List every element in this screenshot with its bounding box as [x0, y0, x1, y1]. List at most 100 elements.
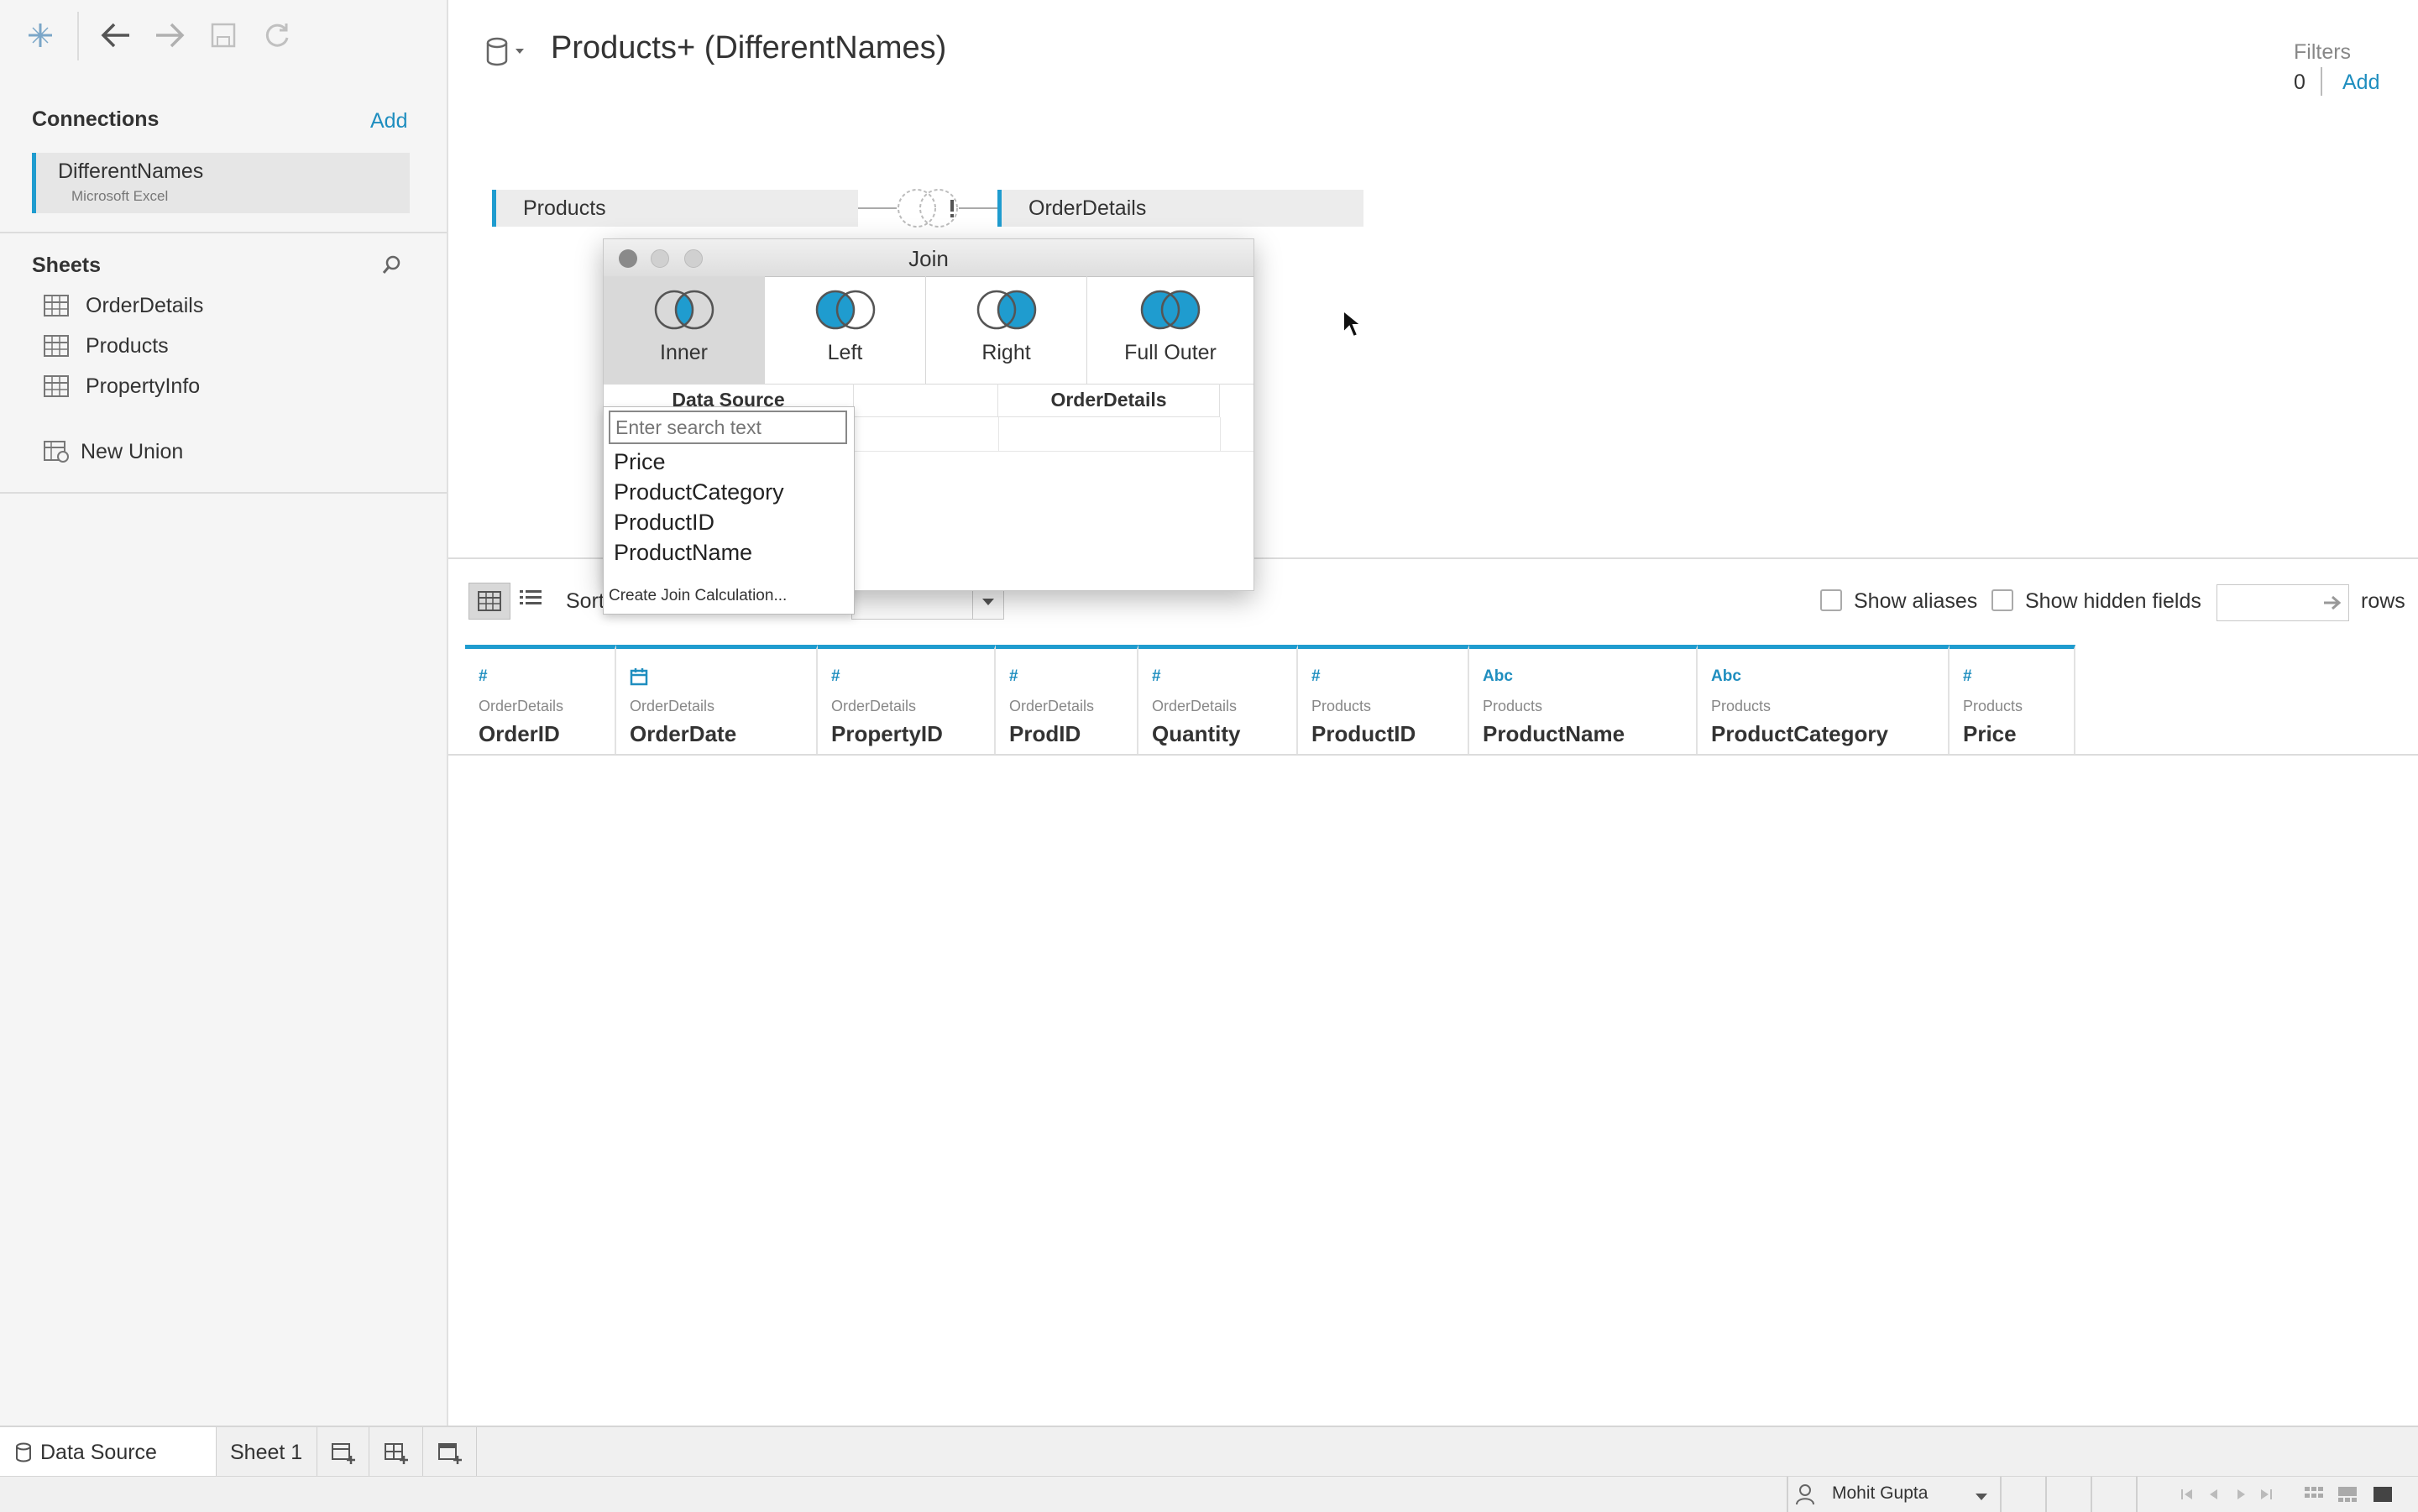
status-bar: Mohit Gupta	[0, 1476, 2418, 1512]
show-hidden-label: Show hidden fields	[2025, 589, 2201, 613]
data-grid-header: # OrderDetails OrderID OrderDetails Orde…	[448, 641, 2418, 756]
inner-join-icon	[654, 290, 714, 330]
mouse-cursor	[1342, 308, 1363, 343]
connection-item[interactable]: DifferentNames Microsoft Excel	[32, 153, 410, 213]
connection-name: DifferentNames	[58, 160, 204, 183]
new-union-icon	[44, 441, 69, 463]
column-header[interactable]: Abc Products ProductName	[1469, 645, 1698, 754]
number-type-icon[interactable]: #	[831, 667, 840, 686]
field-option[interactable]: Price	[614, 449, 666, 475]
table-icon	[44, 375, 69, 397]
tab-data-source[interactable]: Data Source	[0, 1427, 217, 1478]
tab-sheet-1-label: Sheet 1	[230, 1440, 303, 1464]
sheets-title: Sheets	[32, 254, 101, 277]
number-type-icon[interactable]: #	[1152, 667, 1161, 686]
rows-label: rows	[2361, 589, 2405, 613]
grid-icon	[478, 591, 501, 611]
list-view-icon[interactable]	[519, 588, 542, 614]
field-picker-dropdown: Price ProductCategory ProductID ProductN…	[603, 406, 855, 615]
datasource-cylinder-icon[interactable]	[485, 35, 527, 73]
left-sidebar: Connections Add DifferentNames Microsoft…	[0, 0, 448, 1426]
chevron-down-icon[interactable]	[1975, 1490, 1988, 1505]
arrow-right-icon[interactable]	[2321, 592, 2343, 618]
join-dialog-title: Join	[908, 246, 949, 271]
number-type-icon[interactable]: #	[1311, 667, 1321, 686]
new-worksheet-icon[interactable]	[317, 1427, 369, 1478]
column-header[interactable]: # Products Price	[1950, 645, 2075, 754]
forward-arrow-icon[interactable]	[151, 17, 188, 54]
string-type-icon[interactable]: Abc	[1483, 667, 1513, 686]
show-aliases-checkbox[interactable]	[1820, 589, 1842, 611]
column-header[interactable]: # Products ProductID	[1298, 645, 1469, 754]
user-icon	[1795, 1483, 1815, 1509]
field-option[interactable]: ProductID	[614, 510, 714, 536]
join-type-inner[interactable]: Inner	[604, 276, 765, 384]
tab-view-icon[interactable]	[2373, 1485, 2393, 1508]
refresh-icon[interactable]	[259, 17, 296, 54]
column-header[interactable]: # OrderDetails ProdID	[996, 645, 1138, 754]
filmstrip-view-icon[interactable]	[2337, 1485, 2358, 1508]
create-join-calculation-link[interactable]: Create Join Calculation...	[609, 587, 787, 605]
field-search-input[interactable]	[609, 411, 847, 444]
field-option[interactable]: ProductName	[614, 540, 752, 566]
sheet-label: Products	[86, 333, 169, 358]
datasource-title[interactable]: Products+ (DifferentNames)	[551, 30, 946, 66]
column-header[interactable]: # OrderDetails PropertyID	[818, 645, 996, 754]
add-filter-link[interactable]: Add	[2342, 71, 2379, 95]
datasource-cylinder-icon	[16, 1442, 31, 1462]
prev-sheet-icon[interactable]	[2206, 1487, 2222, 1506]
number-type-icon[interactable]: #	[479, 667, 488, 686]
user-name[interactable]: Mohit Gupta	[1832, 1483, 1928, 1504]
sheet-item-propertyinfo[interactable]: PropertyInfo	[44, 369, 200, 403]
column-header[interactable]: # OrderDetails OrderID	[465, 645, 616, 754]
new-story-icon[interactable]	[423, 1427, 477, 1478]
date-type-icon[interactable]	[630, 667, 648, 691]
new-union-label: New Union	[81, 439, 184, 463]
sheet-item-products[interactable]: Products	[44, 329, 169, 363]
back-arrow-icon[interactable]	[97, 17, 134, 54]
column-header[interactable]: OrderDetails OrderDate	[616, 645, 818, 754]
number-type-icon[interactable]: #	[1963, 667, 1972, 686]
join-type-left[interactable]: Left	[765, 276, 926, 384]
connection-type: Microsoft Excel	[71, 188, 169, 204]
join-clause-row[interactable]	[854, 417, 1253, 452]
column-header[interactable]: Abc Products ProductCategory	[1698, 645, 1950, 754]
search-sheets-icon[interactable]	[381, 254, 403, 280]
right-table-label: OrderDetails	[1028, 196, 1147, 220]
right-table-pill[interactable]: OrderDetails	[997, 190, 1363, 227]
save-icon[interactable]	[205, 17, 242, 54]
table-icon	[44, 295, 69, 317]
sort-label: Sort	[566, 589, 604, 613]
new-dashboard-icon[interactable]	[369, 1427, 423, 1478]
last-sheet-icon[interactable]	[2258, 1487, 2274, 1506]
left-table-pill[interactable]: Products	[492, 190, 858, 227]
show-hidden-checkbox[interactable]	[1991, 589, 2013, 611]
filters-label: Filters	[2294, 40, 2352, 64]
column-header[interactable]: # OrderDetails Quantity	[1138, 645, 1298, 754]
tab-sheet-1[interactable]: Sheet 1	[217, 1427, 317, 1478]
sheet-item-orderdetails[interactable]: OrderDetails	[44, 289, 203, 322]
first-sheet-icon[interactable]	[2180, 1487, 2195, 1506]
join-type-full-outer[interactable]: Full Outer	[1087, 276, 1253, 384]
rows-input[interactable]	[2216, 584, 2349, 621]
field-option[interactable]: ProductCategory	[614, 479, 784, 505]
new-union-item[interactable]: New Union	[44, 435, 183, 468]
add-connection-link[interactable]: Add	[370, 109, 407, 133]
tableau-logo-icon[interactable]	[22, 17, 59, 54]
join-col-orderdetails-header: OrderDetails	[998, 384, 1220, 417]
toolbar	[0, 0, 447, 67]
string-type-icon[interactable]: Abc	[1711, 667, 1741, 686]
join-dialog-titlebar[interactable]: Join	[604, 239, 1253, 277]
next-sheet-icon[interactable]	[2233, 1487, 2248, 1506]
show-aliases-label: Show aliases	[1854, 589, 1978, 613]
sheet-sorter-view-icon[interactable]	[2304, 1485, 2324, 1508]
number-type-icon[interactable]: #	[1009, 667, 1018, 686]
join-type-right[interactable]: Right	[926, 276, 1087, 384]
join-col-operator-header	[854, 384, 998, 417]
grid-view-button[interactable]	[468, 583, 510, 620]
join-venn-icon[interactable]	[858, 186, 997, 230]
sheet-label: PropertyInfo	[86, 374, 201, 398]
filters-count: 0	[2294, 71, 2305, 94]
right-join-icon	[976, 290, 1036, 330]
connections-title: Connections	[32, 107, 160, 131]
